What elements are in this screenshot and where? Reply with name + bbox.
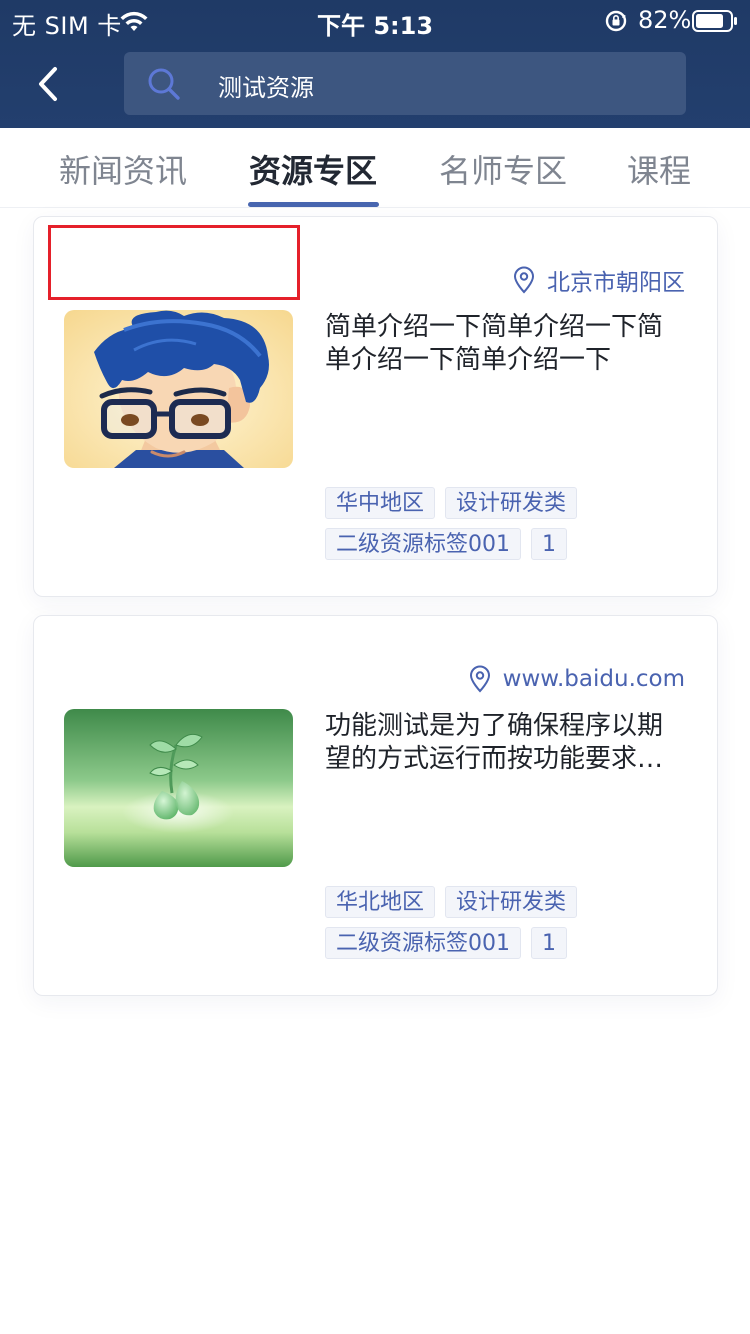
location-text: www.baidu.com [502,666,685,692]
search-query-text: 测试资源 [218,74,314,102]
location-pin-icon [469,665,490,693]
tag-extra: 1 [531,528,567,560]
tag-list: 华中地区 设计研发类 二级资源标签001 1 [325,487,665,560]
tab-teachers[interactable]: 名师专区 [439,146,567,192]
highlight-box [48,225,300,300]
tag-list: 华北地区 设计研发类 二级资源标签001 1 [325,886,665,959]
tab-news[interactable]: 新闻资讯 [59,146,187,192]
chevron-left-icon [39,67,57,101]
header: 无 SIM 卡 下午 5:13 82% 测试资源 [0,0,750,128]
status-battery-percent: 82% [638,6,692,34]
tab-courses[interactable]: 课程 [627,146,691,192]
tag-region: 华北地区 [325,886,436,918]
location-row: www.baidu.com [469,664,685,694]
resource-thumbnail [64,709,293,867]
active-tab-indicator [248,202,379,207]
tag-region: 华中地区 [325,487,436,519]
back-button[interactable] [20,56,76,112]
resource-card[interactable]: 北京市朝阳区 简单介绍一下简单介绍一下简单介绍一下简单介绍一下 华中地区 设计研… [33,216,718,597]
tab-bar: 新闻资讯 资源专区 名师专区 课程 [0,128,750,208]
search-input[interactable]: 测试资源 [124,52,686,115]
resource-thumbnail [64,310,293,468]
resource-description: 简单介绍一下简单介绍一下简单介绍一下简单介绍一下 [325,312,664,375]
battery-icon [692,10,738,32]
rotation-lock-icon [604,9,628,33]
tag-secondary: 二级资源标签001 [325,528,521,560]
location-text: 北京市朝阳区 [547,270,685,296]
location-pin-icon [513,266,535,294]
search-icon [146,66,182,102]
location-row: 北京市朝阳区 [513,265,685,296]
status-bar: 无 SIM 卡 下午 5:13 82% [0,0,750,40]
tab-resources[interactable]: 资源专区 [249,146,377,192]
tag-category: 设计研发类 [445,886,578,918]
tag-extra: 1 [531,927,567,959]
tag-secondary: 二级资源标签001 [325,927,521,959]
resource-card[interactable]: www.baidu.com 功能测试是为了确保程序以期望的方式运行而按功能要求进… [33,615,718,996]
resource-description: 功能测试是为了确保程序以期望的方式运行而按功能要求进行的测试 [325,711,664,774]
tag-category: 设计研发类 [445,487,578,519]
